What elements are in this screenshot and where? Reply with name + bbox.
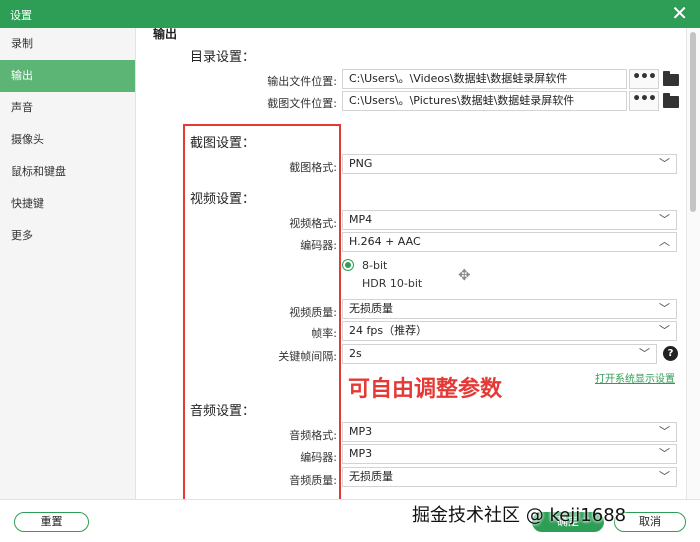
chevron-down-icon: ﹀: [659, 157, 670, 170]
sidebar-item-hotkeys[interactable]: 快捷键: [0, 188, 135, 220]
audio-encoder-value: MP3: [349, 447, 373, 460]
audio-format-select[interactable]: MP3 ﹀: [342, 422, 677, 442]
screenshot-path-field[interactable]: C:\Users\。\Pictures\数据蛙\数据蛙录屏软件: [342, 91, 627, 111]
screenshot-format-value: PNG: [349, 157, 373, 170]
video-format-select[interactable]: MP4 ﹀: [342, 210, 677, 230]
keyframe-select[interactable]: 2s ﹀: [342, 344, 657, 364]
chevron-down-icon: ﹀: [659, 302, 670, 315]
audio-format-value: MP3: [349, 425, 373, 438]
video-quality-value: 无损质量: [349, 302, 393, 315]
output-heading: 输出: [153, 28, 178, 41]
output-path-field[interactable]: C:\Users\。\Videos\数据蛙\数据蛙录屏软件: [342, 69, 627, 89]
title-bar: 设置 ✕: [0, 0, 700, 28]
sidebar-item-record[interactable]: 录制: [0, 28, 135, 60]
footer: 重置 确定 取消 掘金技术社区 @ keji1688: [0, 499, 700, 542]
chevron-down-icon: ﹀: [659, 470, 670, 483]
chevron-up-icon: ︿: [659, 235, 670, 248]
video-encoder-select[interactable]: H.264 + AAC ︿: [342, 232, 677, 252]
video-encoder-value: H.264 + AAC: [349, 235, 421, 248]
scrollbar-thumb[interactable]: [690, 32, 696, 212]
audio-quality-value: 无损质量: [349, 470, 393, 483]
sidebar-item-mouse-keyboard[interactable]: 鼠标和键盘: [0, 156, 135, 188]
hdr-10-bit-label[interactable]: HDR 10-bit: [362, 277, 422, 290]
sidebar-item-output[interactable]: 输出: [0, 60, 135, 92]
sidebar-item-more[interactable]: 更多: [0, 220, 135, 252]
annotation-highlight-box: [183, 124, 341, 499]
bit-8-label: 8-bit: [362, 259, 388, 272]
keyframe-value: 2s: [349, 347, 362, 360]
window-title: 设置: [10, 9, 32, 22]
screenshot-folder-icon[interactable]: [663, 93, 679, 108]
help-icon[interactable]: ?: [663, 346, 678, 361]
chevron-down-icon: ﹀: [659, 425, 670, 438]
audio-encoder-select[interactable]: MP3 ﹀: [342, 444, 677, 464]
output-folder-icon[interactable]: [663, 71, 679, 86]
chevron-down-icon: ﹀: [659, 213, 670, 226]
move-cursor-icon: ✥: [458, 266, 471, 284]
settings-content: 输出 目录设置： 输出文件位置: C:\Users\。\Videos\数据蛙\数…: [137, 28, 686, 499]
video-format-value: MP4: [349, 213, 373, 226]
annotation-note: 可自由调整参数: [348, 377, 503, 402]
fps-value: 24 fps（推荐）: [349, 324, 428, 337]
sidebar-item-camera[interactable]: 摄像头: [0, 124, 135, 156]
close-icon[interactable]: ✕: [671, 2, 688, 24]
scrollbar[interactable]: [686, 28, 700, 499]
chevron-down-icon: ﹀: [659, 324, 670, 337]
directory-section-title: 目录设置：: [190, 50, 256, 65]
screenshot-path-browse-button[interactable]: •••: [629, 91, 659, 111]
video-quality-select[interactable]: 无损质量 ﹀: [342, 299, 677, 319]
chevron-down-icon: ﹀: [659, 447, 670, 460]
sidebar: 录制 输出 声音 摄像头 鼠标和键盘 快捷键 更多: [0, 28, 136, 499]
open-display-settings-link[interactable]: 打开系统显示设置: [595, 370, 675, 385]
output-path-browse-button[interactable]: •••: [629, 69, 659, 89]
output-path-label: 输出文件位置:: [267, 75, 337, 88]
screenshot-format-select[interactable]: PNG ﹀: [342, 154, 677, 174]
sidebar-item-sound[interactable]: 声音: [0, 92, 135, 124]
bit-8-radio[interactable]: [342, 259, 354, 271]
fps-select[interactable]: 24 fps（推荐） ﹀: [342, 321, 677, 341]
screenshot-path-label: 截图文件位置:: [267, 97, 337, 110]
chevron-down-icon: ﹀: [639, 347, 650, 360]
watermark: 掘金技术社区 @ keji1688: [412, 505, 627, 526]
reset-button[interactable]: 重置: [14, 512, 89, 532]
audio-quality-select[interactable]: 无损质量 ﹀: [342, 467, 677, 487]
